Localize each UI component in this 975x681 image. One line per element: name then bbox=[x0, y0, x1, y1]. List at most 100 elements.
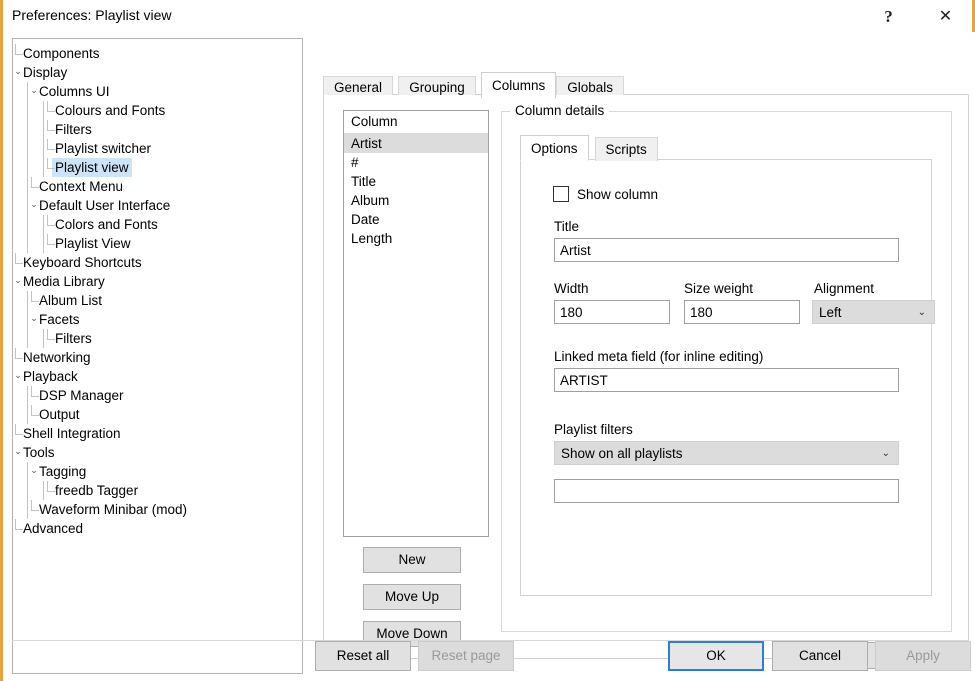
columns-tab-panel: Column Artist # Title Album Date Length New M… bbox=[323, 95, 969, 669]
list-item-label: Length bbox=[351, 231, 393, 246]
sidebar-item-media-library[interactable]: ⌄ Media Library bbox=[13, 272, 302, 291]
reset-all-button[interactable]: Reset all bbox=[315, 641, 411, 671]
tree-guide-line bbox=[27, 82, 28, 101]
sidebar-item-filters[interactable]: Filters bbox=[13, 329, 302, 348]
sidebar-item-shell-integration[interactable]: Shell Integration bbox=[13, 424, 302, 443]
chevron-down-icon: ⌄ bbox=[881, 448, 890, 459]
close-button[interactable]: ✕ bbox=[923, 0, 968, 32]
list-item[interactable]: Album bbox=[344, 191, 488, 210]
tree-guide-line bbox=[27, 386, 28, 405]
sidebar-item-album-list[interactable]: Album List bbox=[13, 291, 302, 310]
ok-button[interactable]: OK bbox=[668, 641, 764, 671]
window-title: Preferences: Playlist view bbox=[12, 7, 172, 23]
sidebar-item-label: Playlist View bbox=[55, 236, 131, 251]
size-weight-input[interactable] bbox=[684, 300, 800, 324]
tree-guide-line bbox=[27, 481, 28, 500]
sidebar-item-output[interactable]: Output bbox=[13, 405, 302, 424]
sidebar-item-default-user-interface[interactable]: ⌄ Default User Interface bbox=[13, 196, 302, 215]
sidebar-item-tools[interactable]: ⌄ Tools bbox=[13, 443, 302, 462]
tree-guide-line bbox=[27, 196, 28, 215]
width-input[interactable] bbox=[554, 300, 670, 324]
list-item[interactable]: Artist bbox=[344, 134, 488, 153]
sidebar-item-label: Tools bbox=[23, 445, 55, 460]
sidebar-item-label: DSP Manager bbox=[39, 388, 124, 403]
sidebar-item-label: Waveform Minibar (mod) bbox=[39, 502, 188, 517]
sidebar-item-label: Filters bbox=[55, 331, 92, 346]
column-list[interactable]: Column Artist # Title Album Date Length bbox=[343, 110, 489, 537]
reset-page-button: Reset page bbox=[418, 641, 514, 671]
sidebar-item-label: Colours and Fonts bbox=[55, 103, 166, 118]
sidebar-item-networking[interactable]: Networking bbox=[13, 348, 302, 367]
tree-guide-line bbox=[27, 215, 28, 234]
sidebar-item-display[interactable]: ⌄ Display bbox=[13, 63, 302, 82]
linked-meta-input[interactable] bbox=[554, 368, 899, 392]
sidebar-item-context-menu[interactable]: Context Menu bbox=[13, 177, 302, 196]
tree-guide-line bbox=[43, 120, 44, 139]
list-item[interactable]: # bbox=[344, 153, 488, 172]
sidebar-item-label: Output bbox=[39, 407, 80, 422]
sidebar-item-playlist-view[interactable]: Playlist View bbox=[13, 234, 302, 253]
question-mark-icon: ? bbox=[884, 6, 893, 26]
tree-guide-line bbox=[43, 481, 44, 500]
tree-guide-line bbox=[43, 215, 44, 234]
sidebar-item-label: Facets bbox=[39, 312, 80, 327]
sidebar-item-advanced[interactable]: Advanced bbox=[13, 519, 302, 538]
sidebar-item-label: Media Library bbox=[23, 274, 105, 289]
sidebar-item-dsp-manager[interactable]: DSP Manager bbox=[13, 386, 302, 405]
sidebar-item-playlist-switcher[interactable]: Playlist switcher bbox=[13, 139, 302, 158]
sidebar-item-filters[interactable]: Filters bbox=[13, 120, 302, 139]
size-weight-label: Size weight bbox=[684, 281, 754, 296]
sidebar-item-tagging[interactable]: ⌄ Tagging bbox=[13, 462, 302, 481]
sidebar-item-colors-and-fonts[interactable]: Colors and Fonts bbox=[13, 215, 302, 234]
list-item-label: # bbox=[351, 155, 359, 170]
chevron-down-icon: ⌄ bbox=[917, 307, 926, 318]
sidebar-item-playback[interactable]: ⌄ Playback bbox=[13, 367, 302, 386]
tree-guide-line bbox=[27, 101, 28, 120]
tree-guide-line bbox=[43, 158, 44, 177]
tree-guide-line bbox=[27, 405, 28, 424]
tree-guide-line bbox=[27, 310, 28, 329]
tab-label: Options bbox=[531, 141, 578, 156]
tree-guide-line bbox=[27, 462, 28, 481]
list-item[interactable]: Title bbox=[344, 172, 488, 191]
playlist-filters-select[interactable]: Show on all playlists ⌄ bbox=[554, 441, 899, 465]
sidebar-item-freedb-tagger[interactable]: freedb Tagger bbox=[13, 481, 302, 500]
sidebar-item-playlist-view[interactable]: Playlist view bbox=[13, 158, 302, 177]
tab-scripts[interactable]: Scripts bbox=[594, 137, 658, 161]
list-item[interactable]: Length bbox=[344, 229, 488, 248]
list-item[interactable]: Date bbox=[344, 210, 488, 229]
sidebar-item-facets[interactable]: ⌄ Facets bbox=[13, 310, 302, 329]
alignment-value: Left bbox=[819, 305, 842, 320]
move-up-button[interactable]: Move Up bbox=[363, 584, 461, 610]
tab-label: Columns bbox=[492, 78, 546, 93]
sidebar-item-keyboard-shortcuts[interactable]: Keyboard Shortcuts bbox=[13, 253, 302, 272]
alignment-select[interactable]: Left ⌄ bbox=[812, 300, 935, 324]
checkbox-box-icon bbox=[553, 186, 569, 202]
sidebar-item-waveform-minibar-mod[interactable]: Waveform Minibar (mod) bbox=[13, 500, 302, 519]
sidebar-item-label: Context Menu bbox=[39, 179, 124, 194]
help-button[interactable]: ? bbox=[866, 0, 911, 32]
main-tabs[interactable]: General Grouping Columns Globals bbox=[323, 72, 969, 99]
tree-guide-line bbox=[43, 234, 44, 253]
list-item-label: Artist bbox=[351, 136, 382, 151]
tree-guide-line bbox=[27, 139, 28, 158]
new-column-button[interactable]: New bbox=[363, 547, 461, 573]
show-column-checkbox[interactable]: Show column bbox=[553, 184, 658, 204]
linked-meta-label: Linked meta field (for inline editing) bbox=[554, 349, 764, 364]
close-icon: ✕ bbox=[938, 6, 953, 25]
width-label: Width bbox=[554, 281, 589, 296]
tab-label: Scripts bbox=[605, 142, 647, 157]
sidebar-item-colours-and-fonts[interactable]: Colours and Fonts bbox=[13, 101, 302, 120]
sidebar-item-label: Filters bbox=[55, 122, 92, 137]
title-input[interactable] bbox=[554, 238, 899, 262]
playlist-filter-extra-input[interactable] bbox=[554, 479, 899, 503]
cancel-button[interactable]: Cancel bbox=[772, 641, 868, 671]
tab-columns[interactable]: Columns bbox=[481, 72, 557, 99]
tree-guide-line bbox=[27, 177, 28, 196]
settings-tree[interactable]: Components ⌄ Display ⌄ Columns UI Colours and… bbox=[12, 38, 303, 674]
sidebar-item-label: Shell Integration bbox=[23, 426, 121, 441]
sidebar-item-columns-ui[interactable]: ⌄ Columns UI bbox=[13, 82, 302, 101]
sidebar-item-components[interactable]: Components bbox=[13, 44, 302, 63]
tab-options[interactable]: Options bbox=[520, 135, 589, 161]
sidebar-item-label: Components bbox=[23, 46, 100, 61]
